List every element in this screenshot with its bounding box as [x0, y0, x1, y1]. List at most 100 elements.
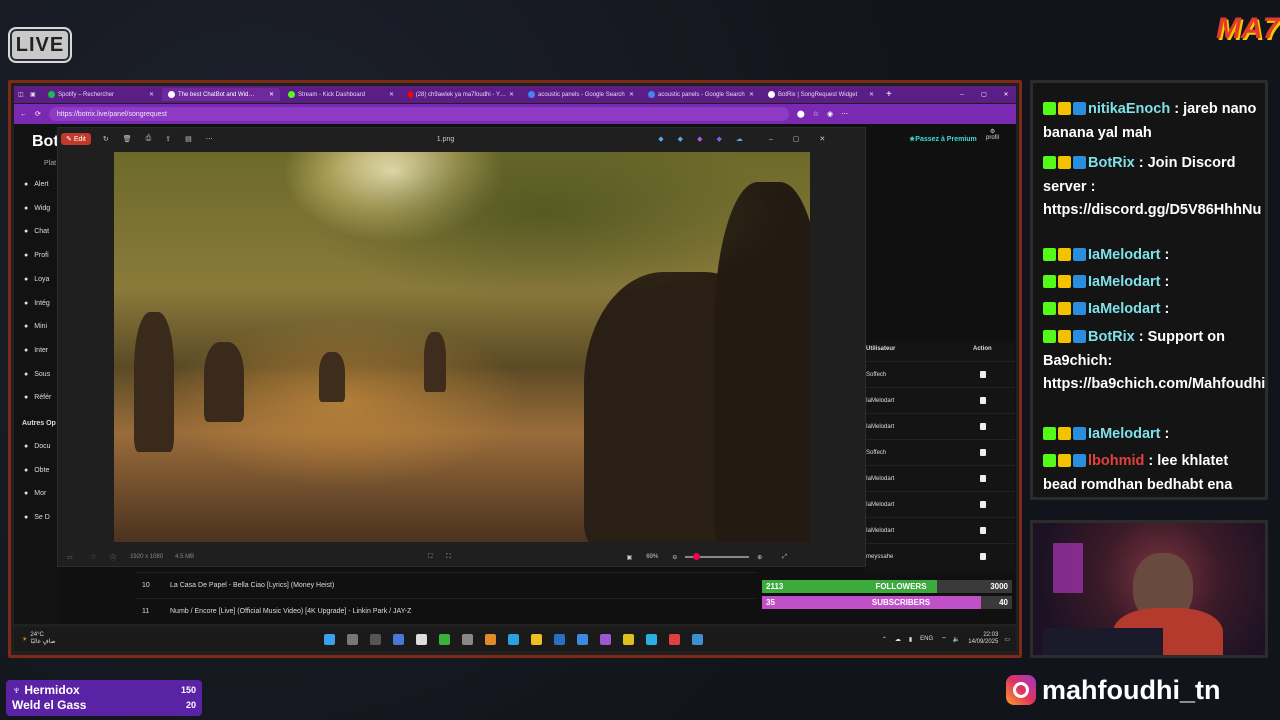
sidebar-item[interactable]: ● Sous	[24, 371, 50, 378]
onedrive-icon[interactable]: ☁	[736, 135, 743, 143]
actual-size-icon[interactable]: ▣	[627, 554, 633, 561]
app-icon[interactable]	[553, 633, 565, 645]
sidebar-item[interactable]: ● Widg	[24, 205, 50, 212]
app-icon[interactable]	[461, 633, 473, 645]
discord-icon[interactable]	[599, 633, 611, 645]
app-icon[interactable]	[484, 633, 496, 645]
new-tab-button[interactable]: +	[886, 89, 892, 100]
zoom-slider[interactable]	[685, 553, 750, 560]
tray-app-icon[interactable]: ☁	[895, 636, 901, 643]
filmstrip-icon[interactable]: ▭	[67, 554, 73, 561]
fit-icon[interactable]: ⛶	[428, 554, 432, 561]
tray-chevron-icon[interactable]: ⌃	[882, 636, 887, 643]
more-options-icon[interactable]: ⋯	[206, 135, 213, 143]
tab-close-icon[interactable]: ✕	[869, 91, 874, 98]
task-view-icon[interactable]	[369, 633, 381, 645]
trash-icon[interactable]	[980, 371, 986, 378]
app-icon[interactable]	[415, 633, 427, 645]
profile-button[interactable]: ⚙ profil	[986, 128, 999, 141]
slideshow-icon[interactable]: ▤	[185, 135, 192, 143]
trash-icon[interactable]	[980, 553, 986, 560]
profile-avatar-icon[interactable]: ◉	[827, 110, 833, 118]
search-icon[interactable]	[346, 633, 358, 645]
browser-tab[interactable]: acoustic panels - Google Search ✕	[642, 88, 760, 101]
browser-tab[interactable]: BotRix | SongRequest Widget ✕	[762, 88, 880, 101]
tab-close-icon[interactable]: ✕	[389, 91, 394, 98]
tray-app-icon[interactable]: ▮	[909, 636, 912, 643]
trash-icon[interactable]	[980, 501, 986, 508]
sidebar-item[interactable]: ● Alert	[24, 181, 49, 188]
trash-icon[interactable]	[980, 475, 986, 482]
designer-icon[interactable]: ◆	[716, 135, 721, 143]
zoom-level[interactable]: 69%	[646, 554, 658, 560]
more-menu-icon[interactable]: ⋯	[841, 110, 848, 118]
edge-icon[interactable]	[645, 633, 657, 645]
sidebar-item[interactable]: ● Inter	[24, 347, 48, 354]
other-options-item[interactable]: ● Obte	[24, 467, 49, 474]
url-field[interactable]: https://botrix.live/panel/songrequest	[48, 107, 789, 121]
sidebar-item[interactable]: ● Profi	[24, 252, 49, 259]
edit-app-icon[interactable]: ◆	[678, 135, 683, 143]
clock[interactable]: 22:03 14/09/2025	[968, 632, 998, 646]
viewer-maximize-icon[interactable]: ▢	[793, 135, 800, 143]
tab-close-icon[interactable]: ✕	[509, 91, 514, 98]
other-options-item[interactable]: ● Docu	[24, 443, 51, 450]
browser-tab[interactable]: Stream - Kick Dashboard ✕	[282, 88, 400, 101]
clipchamp-icon[interactable]: ◆	[697, 135, 702, 143]
tab-close-icon[interactable]: ✕	[149, 91, 154, 98]
delete-icon[interactable]: 🗑	[123, 135, 132, 143]
zoom-in-icon[interactable]: ⊕	[757, 554, 762, 561]
other-options-item[interactable]: ● Se D	[24, 514, 50, 521]
weather-icon[interactable]: ☀	[22, 636, 27, 643]
app-icon[interactable]	[691, 633, 703, 645]
maximize-window-icon[interactable]: ▢	[974, 91, 994, 98]
sidebar-item[interactable]: ● Chat	[24, 228, 49, 235]
minimize-window-icon[interactable]: –	[952, 92, 972, 98]
zoom-slider-handle[interactable]	[693, 553, 701, 560]
tab-list-icon[interactable]: ▣	[30, 91, 40, 98]
tab-close-icon[interactable]: ✕	[749, 91, 754, 98]
edit-button[interactable]: ✎ Edit	[61, 133, 91, 145]
viewer-minimize-icon[interactable]: –	[769, 136, 773, 143]
app-icon[interactable]	[392, 633, 404, 645]
volume-icon[interactable]: 🔈	[953, 636, 960, 643]
network-icon[interactable]: ⌔	[941, 635, 947, 643]
app-icon[interactable]	[622, 633, 634, 645]
fullscreen-icon[interactable]: ⤢	[782, 554, 787, 561]
app-icon[interactable]	[438, 633, 450, 645]
info-icon[interactable]: ⓘ	[110, 553, 116, 562]
file-explorer-icon[interactable]	[530, 633, 542, 645]
sidebar-item[interactable]: ● Mini	[24, 323, 47, 330]
trash-icon[interactable]	[980, 449, 986, 456]
weather-widget[interactable]: 24°C صافٍ غالبًا	[30, 632, 55, 646]
app-icon[interactable]	[507, 633, 519, 645]
reload-icon[interactable]: ⟳	[35, 110, 41, 118]
copilot-icon[interactable]: ◆	[658, 135, 663, 143]
lang-indicator[interactable]: ENG	[920, 636, 933, 642]
sidebar-item[interactable]: ● Référ	[24, 394, 51, 401]
trash-icon[interactable]	[980, 397, 986, 404]
sidebar-item[interactable]: ● Intég	[24, 300, 50, 307]
share-icon[interactable]: ⇪	[165, 135, 171, 143]
other-options-item[interactable]: ● Mor	[24, 490, 46, 497]
back-icon[interactable]: ←	[20, 111, 27, 118]
trash-icon[interactable]	[980, 423, 986, 430]
browser-tab[interactable]: acoustic panels - Google Search ✕	[522, 88, 640, 101]
extensions-icon[interactable]: ⬤	[797, 110, 805, 118]
app-icon[interactable]	[668, 633, 680, 645]
browser-tab[interactable]: Spotify – Rechercher ✕	[42, 88, 160, 101]
browser-tab[interactable]: (28) ch9awlek ya ma7foudhi - Y… ✕	[402, 88, 520, 101]
favorite-icon[interactable]: ♡	[91, 554, 96, 561]
sidebar-item[interactable]: ● Loya	[24, 276, 49, 283]
zoom-out-icon[interactable]: ⊖	[672, 554, 677, 561]
app-icon[interactable]	[576, 633, 588, 645]
notifications-icon[interactable]: ▭	[1004, 636, 1010, 643]
crop-icon[interactable]: ⛶	[446, 554, 450, 561]
favorites-icon[interactable]: ☆	[813, 110, 819, 118]
tab-close-icon[interactable]: ✕	[269, 91, 274, 98]
trash-icon[interactable]	[980, 527, 986, 534]
print-icon[interactable]: ⎙	[146, 135, 152, 143]
close-window-icon[interactable]: ✕	[996, 91, 1016, 98]
browser-menu-icon[interactable]: ◫	[18, 91, 28, 98]
tab-close-icon[interactable]: ✕	[629, 91, 634, 98]
